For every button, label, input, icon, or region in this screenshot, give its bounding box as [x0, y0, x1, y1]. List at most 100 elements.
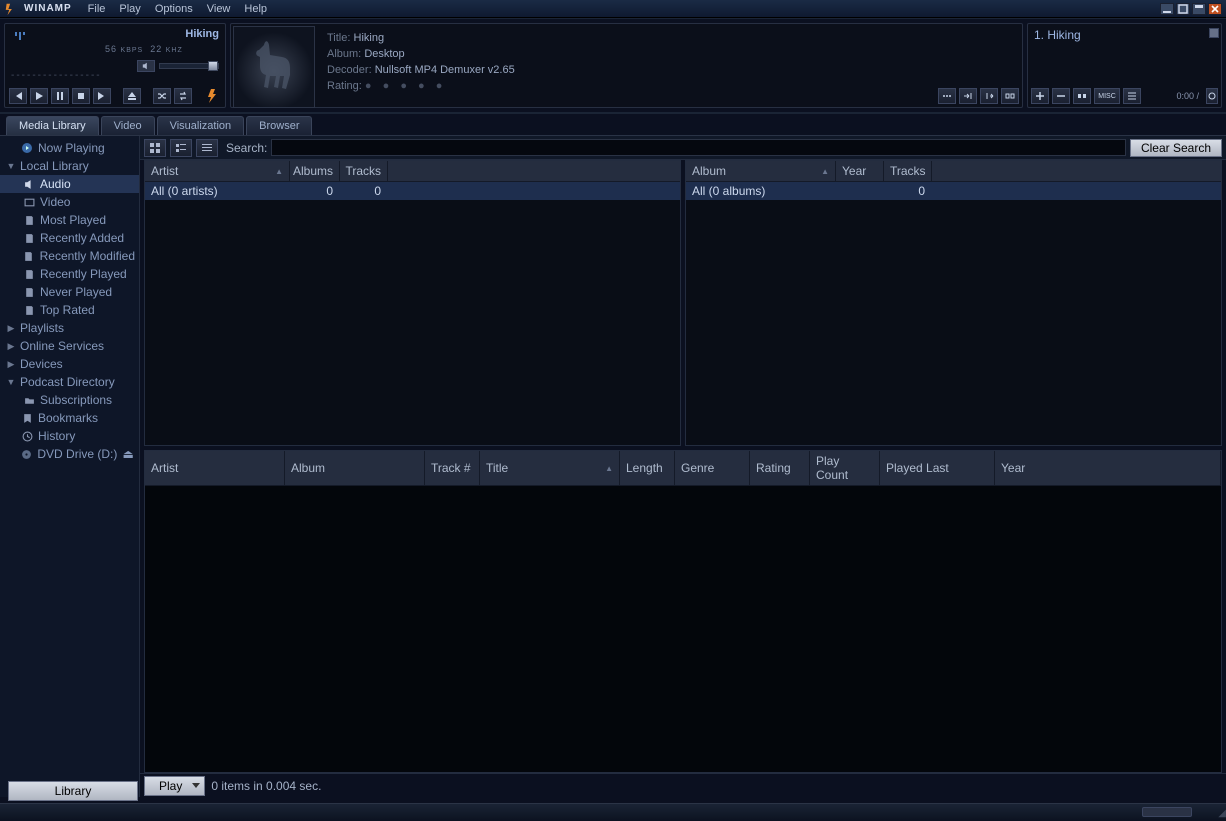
col-tracks[interactable]: Tracks — [340, 161, 388, 181]
info-opt2-button[interactable] — [959, 88, 977, 104]
status-row: Play 0 items in 0.004 sec. — [140, 773, 1226, 797]
info-opt1-button[interactable] — [938, 88, 956, 104]
view-details-button[interactable] — [196, 139, 218, 157]
playlist-time: 0:00 / — [1176, 91, 1203, 101]
app-title: WINAMP — [24, 3, 72, 14]
tab-video[interactable]: Video — [101, 116, 155, 135]
doc-icon — [23, 251, 34, 262]
tcol-album[interactable]: Album — [285, 451, 425, 485]
playlist-tools: MISC 0:00 / — [1028, 85, 1221, 107]
track-metadata: Title: Hiking Album: Desktop Decoder: Nu… — [317, 24, 525, 107]
sidebar-local-library[interactable]: ▼Local Library — [0, 157, 139, 175]
album-browser: Album▲ Year Tracks All (0 albums) 0 — [685, 160, 1222, 446]
tcol-rating[interactable]: Rating — [750, 451, 810, 485]
pl-sel-button[interactable] — [1073, 88, 1091, 104]
artist-row[interactable]: All (0 artists) 0 0 — [145, 182, 680, 200]
tcol-artist[interactable]: Artist — [145, 451, 285, 485]
sidebar-recently-played[interactable]: Recently Played — [0, 265, 139, 283]
menu-view[interactable]: View — [201, 2, 237, 16]
winamp-logo-icon — [4, 2, 18, 16]
pl-add-button[interactable] — [1031, 88, 1049, 104]
tcol-trackno[interactable]: Track # — [425, 451, 480, 485]
view-icons-button[interactable] — [144, 139, 166, 157]
eject-button[interactable] — [123, 88, 141, 104]
menu-play[interactable]: Play — [113, 2, 146, 16]
album-value: Desktop — [364, 48, 404, 60]
maximize-button[interactable] — [1176, 3, 1190, 15]
sidebar-video[interactable]: Video — [0, 193, 139, 211]
minimize-button[interactable] — [1160, 3, 1174, 15]
rating-stars[interactable]: ● ● ● ● ● — [365, 80, 446, 92]
view-list-button[interactable] — [170, 139, 192, 157]
playlist-scroll-thumb[interactable] — [1209, 28, 1219, 38]
tab-visualization[interactable]: Visualization — [157, 116, 245, 135]
play-dropdown-button[interactable]: Play — [144, 776, 205, 796]
tcol-title[interactable]: Title▲ — [480, 451, 620, 485]
info-opt3-button[interactable] — [980, 88, 998, 104]
sidebar-never-played[interactable]: Never Played — [0, 283, 139, 301]
volume-slider[interactable] — [159, 63, 219, 69]
pl-resize-button[interactable] — [1206, 88, 1218, 104]
tab-browser[interactable]: Browser — [246, 116, 312, 135]
stop-button[interactable] — [72, 88, 90, 104]
sidebar-podcast-directory[interactable]: ▼Podcast Directory — [0, 373, 139, 391]
playlist-item[interactable]: 1. Hiking — [1034, 28, 1215, 42]
col-album[interactable]: Album▲ — [686, 161, 836, 181]
sidebar-bookmarks[interactable]: Bookmarks — [0, 409, 139, 427]
decoder-label: Decoder: — [327, 64, 372, 76]
tab-media-library[interactable]: Media Library — [6, 116, 99, 135]
prev-button[interactable] — [9, 88, 27, 104]
repeat-button[interactable] — [174, 88, 192, 104]
eject-icon[interactable]: ⏏ — [121, 447, 135, 461]
info-opt4-button[interactable] — [1001, 88, 1019, 104]
sidebar-top-rated[interactable]: Top Rated — [0, 301, 139, 319]
close-button[interactable] — [1208, 3, 1222, 15]
sidebar-recently-modified[interactable]: Recently Modified — [0, 247, 139, 265]
pl-misc-button[interactable]: MISC — [1094, 88, 1120, 104]
tcol-length[interactable]: Length — [620, 451, 675, 485]
pl-rem-button[interactable] — [1052, 88, 1070, 104]
shuffle-button[interactable] — [153, 88, 171, 104]
menu-options[interactable]: Options — [149, 2, 199, 16]
sidebar-dvd-drive[interactable]: DVD Drive (D:)⏏ — [0, 445, 139, 463]
disc-icon — [21, 449, 32, 460]
resize-grip-icon[interactable]: ◢ — [1218, 808, 1224, 819]
bolt-icon[interactable] — [205, 88, 221, 104]
sidebar-playlists[interactable]: ▶Playlists — [0, 319, 139, 337]
sidebar-most-played[interactable]: Most Played — [0, 211, 139, 229]
pl-list-button[interactable] — [1123, 88, 1141, 104]
tcol-playcount[interactable]: Play Count — [810, 451, 880, 485]
sidebar-online-services[interactable]: ▶Online Services — [0, 337, 139, 355]
playlist-body[interactable]: 1. Hiking — [1028, 24, 1221, 85]
clear-search-button[interactable]: Clear Search — [1130, 139, 1222, 157]
current-track-name: Hiking — [11, 28, 219, 40]
pause-button[interactable] — [51, 88, 69, 104]
sidebar-history[interactable]: History — [0, 427, 139, 445]
col-artist[interactable]: Artist▲ — [145, 161, 290, 181]
film-icon — [24, 197, 35, 208]
tcol-playedlast[interactable]: Played Last — [880, 451, 995, 485]
search-input[interactable] — [271, 139, 1126, 156]
menubar: File Play Options View Help — [82, 2, 273, 16]
sidebar-now-playing[interactable]: Now Playing — [0, 139, 139, 157]
play-button[interactable] — [30, 88, 48, 104]
menu-file[interactable]: File — [82, 2, 112, 16]
library-button[interactable]: Library — [8, 781, 138, 801]
tcol-genre[interactable]: Genre — [675, 451, 750, 485]
menu-help[interactable]: Help — [238, 2, 273, 16]
tcol-year[interactable]: Year — [995, 451, 1221, 485]
footer-handle[interactable] — [1142, 807, 1192, 817]
col-year[interactable]: Year — [836, 161, 884, 181]
volume-icon[interactable] — [137, 60, 155, 72]
shade-button[interactable] — [1192, 3, 1206, 15]
sidebar-recently-added[interactable]: Recently Added — [0, 229, 139, 247]
album-row[interactable]: All (0 albums) 0 — [686, 182, 1221, 200]
folder-icon — [24, 395, 35, 406]
sidebar-audio[interactable]: Audio — [0, 175, 139, 193]
col-album-tracks[interactable]: Tracks — [884, 161, 932, 181]
sidebar-devices[interactable]: ▶Devices — [0, 355, 139, 373]
status-text: 0 items in 0.004 sec. — [211, 779, 321, 793]
next-button[interactable] — [93, 88, 111, 104]
col-albums[interactable]: Albums — [290, 161, 340, 181]
sidebar-subscriptions[interactable]: Subscriptions — [0, 391, 139, 409]
